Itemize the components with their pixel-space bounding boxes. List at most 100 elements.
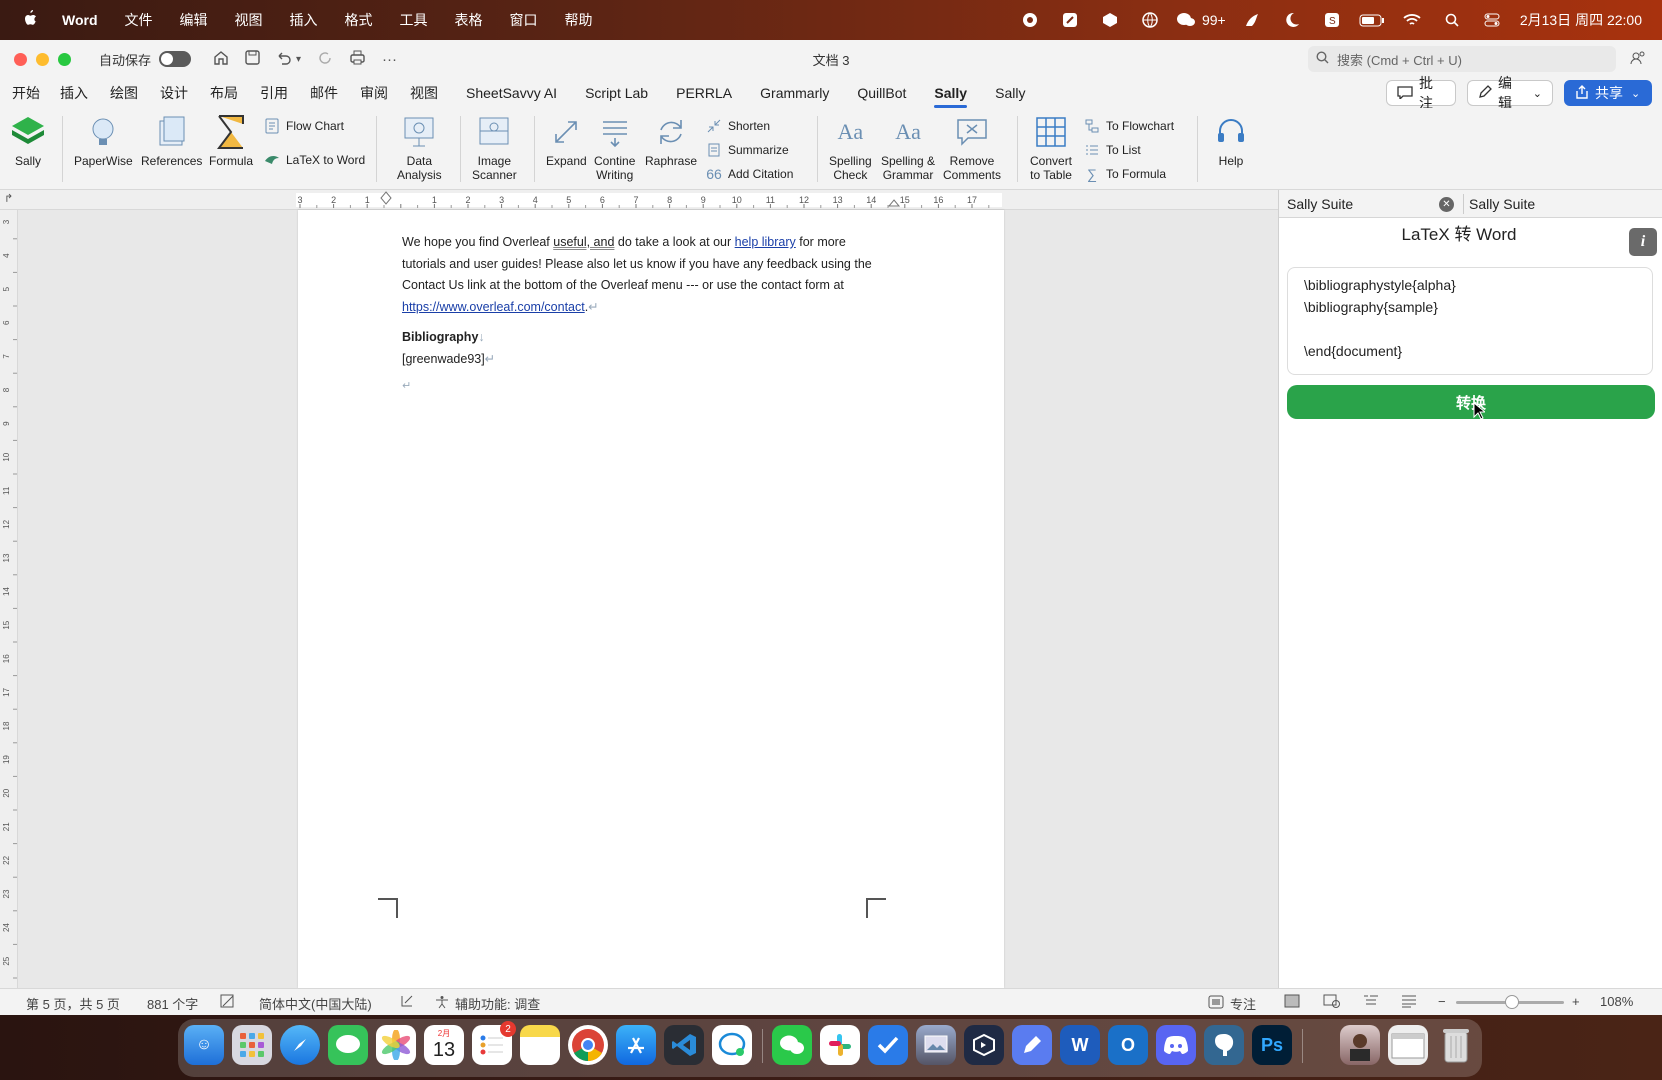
zoom-slider-thumb[interactable] xyxy=(1505,995,1519,1009)
convert-button[interactable]: 转换 xyxy=(1287,385,1655,419)
pane-tab[interactable]: Sally Suite xyxy=(1469,190,1535,218)
s-app-icon[interactable]: S xyxy=(1312,9,1352,31)
tab-mailings[interactable]: 邮件 xyxy=(310,79,338,107)
moon-icon[interactable] xyxy=(1272,9,1312,31)
slack-icon[interactable] xyxy=(820,1025,860,1065)
menu-window[interactable]: 窗口 xyxy=(510,10,538,30)
right-indent-marker[interactable] xyxy=(887,199,901,207)
pen-app-icon[interactable] xyxy=(1050,9,1090,31)
tab-design[interactable]: 设计 xyxy=(160,79,188,107)
preview-icon[interactable] xyxy=(916,1025,956,1065)
discord-icon[interactable] xyxy=(1156,1025,1196,1065)
to-flowchart-button[interactable]: To Flowchart xyxy=(1084,118,1174,134)
vertical-ruler[interactable]: 3 4 5 6 7 8 9 10 11 12 13 14 15 16 17 18 19 20 21 22 23 24 25 xyxy=(0,210,18,988)
cube-icon[interactable] xyxy=(1090,9,1130,31)
tab-perrla[interactable]: PERRLA xyxy=(676,81,732,105)
data-analysis-button[interactable]: Data Analysis xyxy=(397,114,442,182)
language-status[interactable]: 简体中文(中国大陆) xyxy=(259,994,372,1013)
share-people-icon[interactable] xyxy=(1630,50,1646,69)
menu-edit[interactable]: 编辑 xyxy=(180,10,208,30)
horizontal-ruler[interactable]: ↱ 3 2 1 1 2 3 4 5 6 7 8 9 10 11 12 13 14 15 16 17 xyxy=(0,190,1278,210)
tab-home[interactable]: 开始 xyxy=(12,79,40,107)
menu-insert[interactable]: 插入 xyxy=(290,10,318,30)
wechat-status[interactable]: 99+ xyxy=(1170,9,1232,31)
pane-tab-active[interactable]: Sally Suite ✕ xyxy=(1287,190,1462,218)
menu-file[interactable]: 文件 xyxy=(125,10,153,30)
convert-to-table-button[interactable]: Convert to Table xyxy=(1030,114,1072,182)
tab-grammarly[interactable]: Grammarly xyxy=(760,81,829,105)
postgres-icon[interactable] xyxy=(1204,1025,1244,1065)
draft-view-icon[interactable] xyxy=(1401,994,1417,1008)
chat-app-icon[interactable] xyxy=(712,1025,752,1065)
photoshop-icon[interactable]: Ps xyxy=(1252,1025,1292,1065)
shorten-button[interactable]: Shorten xyxy=(706,118,770,134)
menu-table[interactable]: 表格 xyxy=(455,10,483,30)
page-count[interactable]: 第 5 页，共 5 页 xyxy=(26,994,120,1013)
help-library-link[interactable]: help library xyxy=(735,235,796,249)
safari-icon[interactable] xyxy=(280,1025,320,1065)
menu-help[interactable]: 帮助 xyxy=(565,10,593,30)
proofing-icon[interactable] xyxy=(220,994,236,1008)
zoom-window-button[interactable] xyxy=(58,52,71,66)
tab-references[interactable]: 引用 xyxy=(260,79,288,107)
photos-icon[interactable] xyxy=(376,1025,416,1065)
flow-chart-button[interactable]: Flow Chart xyxy=(264,118,344,134)
track-changes-icon[interactable] xyxy=(400,994,416,1008)
outlook-icon[interactable]: O xyxy=(1108,1025,1148,1065)
wifi-icon[interactable] xyxy=(1392,9,1432,31)
paperwise-button[interactable]: PaperWise xyxy=(74,114,133,168)
expand-button[interactable]: Expand xyxy=(546,114,587,168)
raphrase-button[interactable]: Raphrase xyxy=(645,114,697,168)
tab-sally[interactable]: Sally xyxy=(995,81,1025,105)
minimize-window-button[interactable] xyxy=(36,52,49,66)
globe-icon[interactable] xyxy=(1130,9,1170,31)
calendar-icon[interactable]: 2月 13 xyxy=(424,1025,464,1065)
menu-format[interactable]: 格式 xyxy=(345,10,373,30)
battery-icon[interactable] xyxy=(1352,9,1392,31)
apple-icon[interactable] xyxy=(22,9,42,31)
accessibility-status[interactable]: 辅助功能: 调查 xyxy=(435,994,540,1013)
tab-sheetsavvy[interactable]: SheetSavvy AI xyxy=(466,81,557,105)
help-button[interactable]: Help xyxy=(1213,114,1249,168)
tab-view[interactable]: 视图 xyxy=(410,79,438,107)
spelling-check-button[interactable]: Aa Spelling Check xyxy=(829,114,872,183)
image-scanner-button[interactable]: Image Scanner xyxy=(472,114,517,182)
web-layout-view-icon[interactable] xyxy=(1323,994,1341,1008)
zoom-in-icon[interactable]: + xyxy=(1572,994,1580,1009)
spelling-grammar-button[interactable]: Aa Spelling & Grammar xyxy=(881,114,935,183)
formula-button[interactable]: Formula xyxy=(209,114,253,168)
vscode-icon[interactable] xyxy=(664,1025,704,1065)
wechat-icon[interactable] xyxy=(772,1025,812,1065)
focus-mode-button[interactable]: 专注 xyxy=(1208,994,1256,1013)
print-icon[interactable] xyxy=(349,50,366,69)
trash-icon[interactable] xyxy=(1436,1025,1476,1065)
to-list-button[interactable]: To List xyxy=(1084,142,1141,158)
photo-thumbnail[interactable] xyxy=(1340,1025,1380,1065)
paragraph[interactable]: We hope you find Overleaf useful, and do… xyxy=(402,232,872,318)
tab-draw[interactable]: 绘图 xyxy=(110,79,138,107)
document-page[interactable]: We hope you find Overleaf useful, and do… xyxy=(298,210,1004,988)
app-store-icon[interactable] xyxy=(616,1025,656,1065)
tab-layout[interactable]: 布局 xyxy=(210,79,238,107)
edit-mode-button[interactable]: 编辑 ⌄ xyxy=(1467,75,1553,111)
launchpad-icon[interactable] xyxy=(232,1025,272,1065)
share-button[interactable]: 共享 ⌄ xyxy=(1564,80,1652,106)
save-icon[interactable] xyxy=(245,49,260,69)
zoom-out-icon[interactable]: − xyxy=(1438,994,1446,1009)
contact-link[interactable]: https://www.overleaf.com/contact xyxy=(402,300,585,314)
finder-icon[interactable]: ☺ xyxy=(184,1025,224,1065)
info-icon[interactable]: i xyxy=(1629,228,1657,256)
squirrel-icon[interactable] xyxy=(1232,9,1272,31)
outline-view-icon[interactable] xyxy=(1363,994,1379,1008)
indent-marker[interactable] xyxy=(380,191,392,205)
cube-app-icon[interactable] xyxy=(964,1025,1004,1065)
tab-sally-active[interactable]: Sally xyxy=(934,81,967,108)
close-pane-icon[interactable]: ✕ xyxy=(1439,196,1454,212)
menu-view[interactable]: 视图 xyxy=(235,10,263,30)
remove-comments-button[interactable]: Remove Comments xyxy=(943,114,1001,182)
tasks-icon[interactable] xyxy=(868,1025,908,1065)
document-body[interactable]: We hope you find Overleaf useful, and do… xyxy=(402,232,872,398)
latex-input[interactable] xyxy=(1287,267,1653,375)
flagged-text[interactable]: useful, and xyxy=(553,235,614,249)
menu-word[interactable]: Word xyxy=(62,12,98,28)
